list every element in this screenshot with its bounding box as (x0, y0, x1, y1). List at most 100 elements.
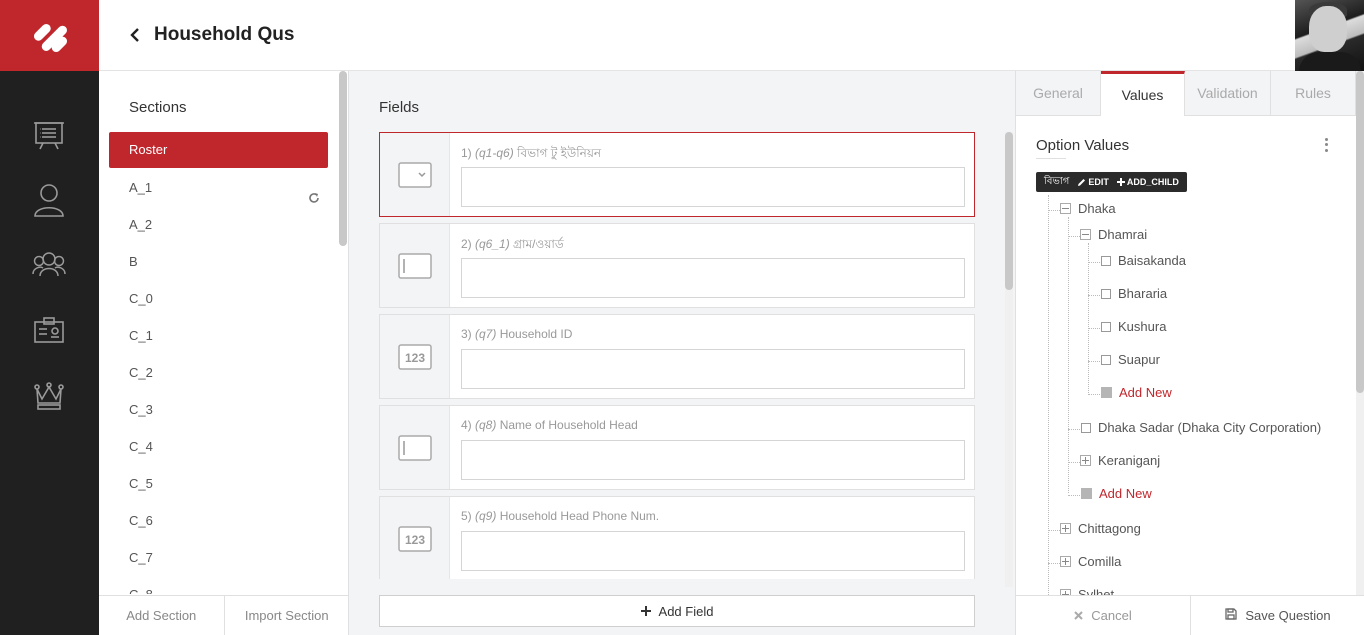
tab-rules[interactable]: Rules (1271, 71, 1356, 116)
refresh-icon[interactable] (308, 181, 320, 203)
field-label: 4) (q8) Name of Household Head (461, 418, 638, 432)
field-input-preview[interactable] (461, 531, 965, 571)
leaf-checkbox-icon[interactable] (1101, 288, 1111, 299)
section-item[interactable]: C_7 (109, 539, 328, 576)
user-icon[interactable] (32, 183, 66, 217)
number-icon: 123 (380, 315, 450, 398)
tree-node-kushura[interactable]: Kushura (1101, 319, 1166, 334)
field-card[interactable]: 2) (q6_1) গ্রাম/ওয়ার্ড (379, 223, 975, 308)
section-item[interactable]: B (109, 243, 328, 280)
add-square-icon (1081, 488, 1092, 499)
avatar[interactable] (1295, 0, 1364, 71)
tree-node-chittagong[interactable]: Chittagong (1060, 521, 1141, 536)
tree-node-dhamrai[interactable]: Dhamrai (1080, 227, 1147, 242)
page-title: Household Qus (154, 24, 295, 45)
crown-icon[interactable] (32, 378, 66, 412)
sections-panel: Sections Roster A_1 A_2 B C_0 C_1 C_2 C_… (99, 71, 349, 635)
field-label: 3) (q7) Household ID (461, 327, 573, 341)
section-item[interactable]: A_1 (109, 169, 328, 206)
fields-scroll-thumb[interactable] (1005, 132, 1013, 290)
fields-panel: Fields 1) (q1-q6) বিভাগ টু ইউনিয়ন 2) (q… (349, 71, 1015, 635)
properties-scrollbar[interactable] (1356, 71, 1364, 595)
tree-node-dhaka-sadar[interactable]: Dhaka Sadar (Dhaka City Corporation) (1081, 420, 1321, 435)
sections-scrollbar[interactable] (339, 71, 347, 246)
properties-tabs: General Values Validation Rules (1016, 71, 1356, 116)
more-vertical-icon[interactable] (1322, 137, 1330, 153)
field-label: 2) (q6_1) গ্রাম/ওয়ার্ড (461, 237, 564, 251)
field-card[interactable]: 123 5) (q9) Household Head Phone Num. (379, 496, 975, 579)
tree-node-bhararia[interactable]: Bhararia (1101, 286, 1167, 301)
clipboard-icon[interactable] (32, 118, 66, 152)
option-tree: Dhaka Dhamrai Baisakanda Bhararia Kushur… (1036, 195, 1346, 595)
edit-node-button[interactable]: EDIT (1077, 177, 1109, 187)
add-section-button[interactable]: Add Section (99, 596, 224, 635)
id-card-icon[interactable] (32, 313, 66, 347)
tree-node-keraniganj[interactable]: Keraniganj (1080, 453, 1160, 468)
section-item[interactable]: Roster (109, 132, 328, 168)
app-logo[interactable] (0, 0, 99, 71)
expand-icon[interactable] (1060, 523, 1071, 534)
field-card[interactable]: 123 3) (q7) Household ID (379, 314, 975, 399)
add-child-button[interactable]: ADD_CHILD (1116, 177, 1179, 187)
field-label: 1) (q1-q6) বিভাগ টু ইউনিয়ন (461, 146, 602, 160)
header: Household Qus (99, 0, 1364, 71)
text-input-icon (380, 224, 450, 307)
save-question-button[interactable]: Save Question (1191, 596, 1364, 635)
tree-node-sylhet[interactable]: Sylhet (1060, 587, 1114, 595)
add-new-link[interactable]: Add New (1081, 486, 1152, 501)
import-section-button[interactable]: Import Section (223, 596, 350, 635)
section-item[interactable]: C_8 (109, 576, 328, 594)
section-item[interactable]: C_3 (109, 391, 328, 428)
plus-icon (640, 604, 651, 619)
title-underline (1036, 158, 1066, 159)
back-arrow-icon[interactable] (125, 24, 145, 46)
option-values-title: Option Values (1036, 137, 1130, 154)
fields-list: 1) (q1-q6) বিভাগ টু ইউনিয়ন 2) (q6_1) গ্… (379, 132, 975, 579)
add-new-link[interactable]: Add New (1101, 385, 1172, 400)
node-toolbar: বিভাগ EDIT ADD_CHILD (1036, 172, 1187, 192)
expand-icon[interactable] (1060, 556, 1071, 567)
cancel-button[interactable]: Cancel (1016, 596, 1191, 635)
left-rail (0, 0, 99, 635)
field-card[interactable]: 1) (q1-q6) বিভাগ টু ইউনিয়ন (379, 132, 975, 217)
section-item[interactable]: C_4 (109, 428, 328, 465)
section-item[interactable]: C_6 (109, 502, 328, 539)
leaf-checkbox-icon[interactable] (1081, 422, 1091, 433)
properties-footer: Cancel Save Question (1016, 595, 1364, 635)
leaf-checkbox-icon[interactable] (1101, 255, 1111, 266)
field-label: 5) (q9) Household Head Phone Num. (461, 509, 660, 523)
sections-heading: Sections (129, 99, 187, 116)
expand-icon[interactable] (1080, 455, 1091, 466)
tab-general[interactable]: General (1016, 71, 1101, 116)
tab-values[interactable]: Values (1101, 71, 1185, 116)
section-item[interactable]: C_1 (109, 317, 328, 354)
tree-node-baisakanda[interactable]: Baisakanda (1101, 253, 1186, 268)
collapse-icon[interactable] (1060, 203, 1071, 214)
section-item[interactable]: C_0 (109, 280, 328, 317)
section-item[interactable]: C_5 (109, 465, 328, 502)
properties-scroll-thumb[interactable] (1356, 71, 1364, 393)
field-input-preview[interactable] (461, 440, 965, 480)
field-card[interactable]: 4) (q8) Name of Household Head (379, 405, 975, 490)
tree-node-comilla[interactable]: Comilla (1060, 554, 1121, 569)
sections-footer: Add Section Import Section (99, 595, 349, 635)
leaf-checkbox-icon[interactable] (1101, 321, 1111, 332)
section-item[interactable]: A_2 (109, 206, 328, 243)
leaf-checkbox-icon[interactable] (1101, 354, 1111, 365)
field-input-preview[interactable] (461, 258, 965, 298)
add-field-button[interactable]: Add Field (379, 595, 975, 627)
node-tag-label: বিভাগ (1044, 175, 1070, 187)
section-item[interactable]: C_2 (109, 354, 328, 391)
fields-scrollbar[interactable] (1005, 132, 1013, 587)
section-item-label: A_1 (129, 180, 153, 195)
tab-validation[interactable]: Validation (1185, 71, 1271, 116)
field-input-preview[interactable] (461, 167, 965, 207)
field-input-preview[interactable] (461, 349, 965, 389)
tree-node-suapur[interactable]: Suapur (1101, 352, 1160, 367)
close-icon (1074, 608, 1083, 623)
collapse-icon[interactable] (1080, 229, 1091, 240)
tree-node-dhaka[interactable]: Dhaka (1060, 201, 1116, 216)
users-icon[interactable] (32, 248, 66, 282)
pencil-icon (1078, 178, 1086, 186)
add-field-label: Add Field (658, 603, 714, 619)
